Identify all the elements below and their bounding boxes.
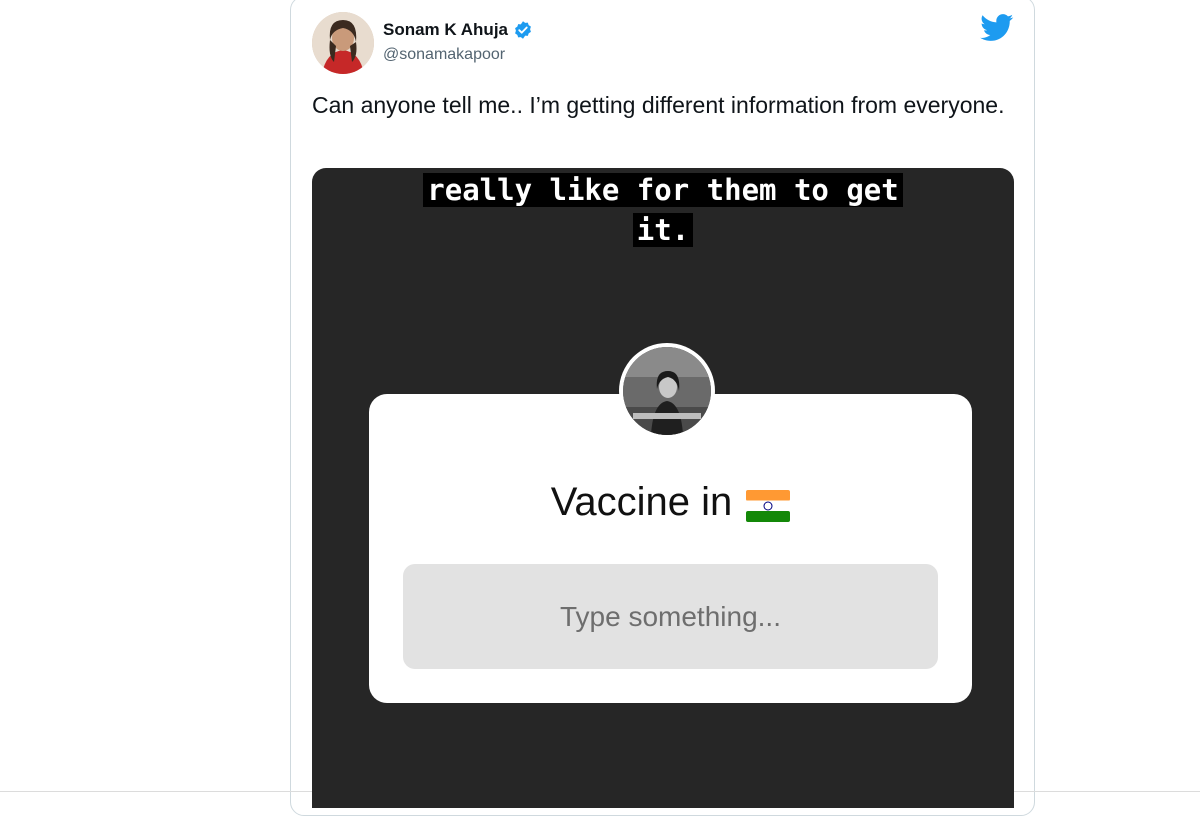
verified-badge-icon xyxy=(513,20,533,40)
question-sticker: Vaccine in xyxy=(369,394,972,703)
story-avatar xyxy=(619,343,715,439)
display-name[interactable]: Sonam K Ahuja xyxy=(383,20,508,40)
india-flag-icon xyxy=(746,487,791,522)
question-title-row: Vaccine in xyxy=(369,480,972,525)
avatar[interactable] xyxy=(312,12,374,74)
caption-line-2: it. xyxy=(632,213,694,247)
display-name-row[interactable]: Sonam K Ahuja xyxy=(383,20,533,40)
answer-input[interactable] xyxy=(403,564,938,669)
question-title: Vaccine in xyxy=(550,480,733,524)
story-media[interactable]: really like for them to get it. Vaccine … xyxy=(312,168,1014,808)
handle[interactable]: @sonamakapoor xyxy=(383,46,505,64)
tweet-text: Can anyone tell me.. I’m getting differe… xyxy=(312,92,1005,118)
caption-line-1: really like for them to get xyxy=(423,173,903,207)
story-caption: really like for them to get it. xyxy=(312,170,1014,250)
twitter-bird-icon[interactable] xyxy=(980,14,1014,42)
